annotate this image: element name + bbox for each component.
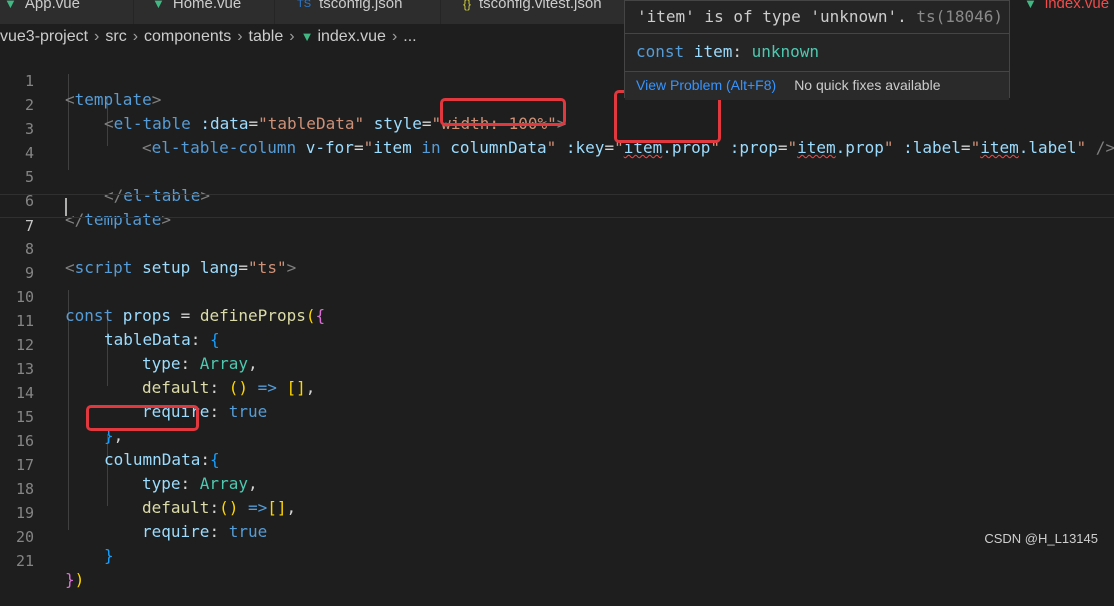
code-line: 19 require: true: [0, 482, 1114, 541]
code-line: 17 type: Array,: [0, 434, 1114, 493]
vue-icon: ▼: [152, 0, 165, 11]
code-line: 8 <script setup lang="ts">: [0, 218, 1114, 277]
chevron-right-icon: ›: [237, 28, 243, 45]
breadcrumb-item[interactable]: vue3-project: [0, 28, 88, 45]
chevron-right-icon: ›: [289, 28, 295, 45]
code-line: 9: [0, 242, 1114, 282]
current-line: 7: [0, 194, 1114, 235]
tab-label: index.vue: [1044, 0, 1110, 12]
highlight-box-columndata-prop: [86, 405, 199, 431]
breadcrumb-item[interactable]: index.vue: [317, 28, 386, 45]
code-text: }): [65, 570, 85, 589]
tab-home-vue[interactable]: ▼ Home.vue: [134, 0, 275, 24]
vue-icon: ▼: [300, 29, 314, 44]
type-signature: const item: unknown: [625, 33, 1009, 70]
code-line: 6 </template>: [0, 170, 1114, 229]
tab-tsconfig-json[interactable]: TS tsconfig.json: [275, 0, 441, 24]
hover-actions: View Problem (Alt+F8) No quick fixes avai…: [625, 71, 1009, 100]
tab-index-vue[interactable]: ▼ index.vue: [1010, 0, 1114, 24]
breadcrumb-item[interactable]: ...: [403, 28, 416, 45]
ts-icon: TS: [297, 0, 312, 10]
line-number: 21: [15, 552, 34, 570]
code-line: 5 </el-table>: [0, 146, 1114, 205]
tab-label: Home.vue: [172, 0, 242, 12]
vue-icon: ▼: [1024, 0, 1037, 11]
view-problem-link[interactable]: View Problem (Alt+F8): [636, 77, 776, 93]
json-icon: {}: [463, 0, 472, 11]
breadcrumb-item[interactable]: table: [249, 28, 284, 45]
hover-tooltip: 'item' is of type 'unknown'. ts(18046) c…: [624, 0, 1010, 100]
code-line: 10 const props = defineProps({: [0, 266, 1114, 325]
breadcrumb-item[interactable]: components: [144, 28, 231, 45]
breadcrumb-item[interactable]: src: [105, 28, 126, 45]
tab-tsconfig-vitest-json[interactable]: {} tsconfig.vitest.json: [441, 0, 625, 24]
error-message: 'item' is of type 'unknown'. ts(18046): [637, 7, 1004, 26]
code-line: 21 }): [0, 530, 1114, 589]
code-line: 12 type: Array,: [0, 314, 1114, 373]
watermark: CSDN @H_L13145: [984, 531, 1098, 546]
highlight-box-columndata: [440, 98, 566, 126]
code-line: 20 }: [0, 506, 1114, 565]
code-line: 14 require: true: [0, 362, 1114, 421]
vue-icon: ▼: [4, 0, 17, 11]
chevron-right-icon: ›: [391, 28, 398, 45]
no-quick-fixes-text: No quick fixes available: [794, 77, 941, 93]
tab-label: tsconfig.vitest.json: [479, 0, 602, 12]
code-line: 11 tableData: {: [0, 290, 1114, 349]
chevron-right-icon: ›: [132, 28, 139, 45]
tab-label: App.vue: [24, 0, 80, 12]
tab-app-vue[interactable]: ▼ App.vue: [0, 0, 134, 24]
text-cursor: [65, 198, 67, 216]
chevron-right-icon: ›: [94, 28, 100, 45]
code-line: 18 default:() =>[],: [0, 458, 1114, 517]
tab-label: tsconfig.json: [319, 0, 403, 12]
code-line: 13 default: () => [],: [0, 338, 1114, 397]
code-editor[interactable]: 1 <template> 2 <el-table :data="tableDat…: [0, 50, 1114, 589]
